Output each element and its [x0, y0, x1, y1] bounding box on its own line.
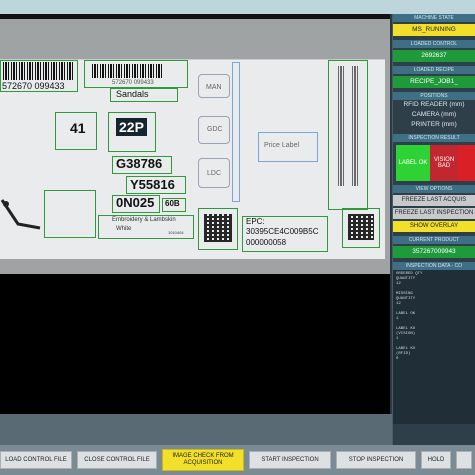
view-options-title: VIEW OPTIONS — [393, 185, 475, 193]
price-label-text: Price Label — [264, 142, 300, 149]
60b-text: 60B — [165, 199, 180, 208]
man-text: MAN — [206, 84, 222, 91]
position-rfid: RFID READER (mm) — [403, 101, 465, 108]
current-product-value: 357267009943 — [393, 246, 475, 258]
label-ok-indicator: LABEL OK — [396, 145, 430, 181]
camera-black-area — [0, 274, 390, 414]
loaded-recipe-value: RECIPE_JOB1_ — [393, 76, 475, 88]
hold-button[interactable]: HOLD — [421, 451, 451, 469]
camera-image: 572670 099433 572670 099433 Sandals MAN … — [0, 19, 390, 274]
extra-button[interactable] — [456, 451, 472, 469]
gdc-text: GDC — [207, 126, 223, 133]
loaded-recipe-title: LOADED RECIPE — [393, 66, 475, 74]
vertical-barcode — [338, 66, 346, 186]
label-sheet: 572670 099433 572670 099433 Sandals MAN … — [0, 59, 385, 259]
right-panel: MACHINE STATE MS_RUNNING LOADED CONTROL … — [393, 14, 475, 445]
embroidery-text: Embroidery & Lambskin — [112, 217, 176, 223]
detection-box-vertical-text — [328, 60, 368, 210]
freeze-last-inspection-button[interactable]: FREEZE LAST INSPECTION — [393, 208, 475, 219]
position-camera: CAMERA (mm) — [411, 111, 457, 118]
hanger-icon — [0, 199, 41, 230]
start-inspection-button[interactable]: START INSPECTION — [249, 451, 331, 469]
inspection-result-title: INSPECTION RESULT — [393, 134, 475, 142]
image-check-from-acquisition-button[interactable]: IMAGE CHECK FROM ACQUISITION — [162, 449, 244, 471]
epc-label: EPC: — [246, 217, 265, 226]
close-control-file-button[interactable]: CLOSE CONTROL FILE — [77, 451, 157, 469]
status-strip — [0, 414, 392, 445]
size-22p-text: 22P — [116, 118, 147, 136]
vertical-barcode-2 — [352, 66, 360, 186]
barcode-left-number: 572670 099433 — [2, 81, 65, 91]
bottom-toolbar: LOAD CONTROL FILE CLOSE CONTROL FILE IMA… — [0, 445, 475, 475]
y-code-text: Y55816 — [130, 177, 175, 192]
result-indicator-3 — [458, 145, 475, 181]
g-code-text: G38786 — [116, 156, 163, 171]
position-printer: PRINTER (mm) — [411, 121, 457, 128]
vision-bad-indicator: VISION BAD — [430, 145, 458, 181]
qr-code-center — [204, 214, 232, 242]
positions-title: POSITIONS — [393, 92, 475, 100]
white-text: White — [116, 226, 132, 232]
inspection-result-row: LABEL OK VISION BAD — [393, 145, 475, 181]
load-control-file-button[interactable]: LOAD CONTROL FILE — [0, 451, 72, 469]
current-product-title: CURRENT PRODUCT — [393, 236, 475, 244]
barcode-left — [3, 62, 73, 80]
inspection-data-title: INSPECTION DATA - CO — [393, 262, 475, 270]
epc-value-2: 000000058 — [246, 238, 287, 247]
0n-code-text: 0N025 — [116, 195, 155, 210]
loaded-control-title: LOADED CONTROL — [393, 40, 475, 48]
barcode-center — [92, 64, 164, 78]
inspection-data-list: ORDERED QTY QUANTITY 12 MISSING QUANTITY 12 LA… — [393, 270, 475, 424]
freeze-last-acquisition-button[interactable]: FREEZE LAST ACQUIS — [393, 195, 475, 206]
top-strip — [0, 0, 475, 14]
show-overlay-button[interactable]: SHOW OVERLAY — [393, 221, 475, 232]
inspection-data-line: 0 — [396, 357, 399, 361]
epc-value: 30395CE4C009B5C — [246, 227, 319, 236]
machine-state-value: MS_RUNNING — [393, 24, 475, 36]
machine-state-title: MACHINE STATE — [393, 14, 475, 22]
loaded-control-value: 2692637 — [393, 50, 475, 62]
barcode-center-number: 572670 099433 — [112, 80, 154, 86]
ldc-text: LDC — [207, 170, 222, 177]
application-window: 572670 099433 572670 099433 Sandals MAN … — [0, 0, 475, 475]
camera-viewer[interactable]: 572670 099433 572670 099433 Sandals MAN … — [0, 14, 392, 414]
sandals-text: Sandals — [116, 89, 149, 99]
qr-code-right — [348, 214, 374, 240]
detection-box-icons — [232, 62, 240, 202]
detection-box-graphic — [44, 190, 96, 238]
tiny-code-text: 1010404 — [168, 230, 184, 235]
stop-inspection-button[interactable]: STOP INSPECTION — [336, 451, 416, 469]
size-41-text: 41 — [70, 120, 86, 136]
